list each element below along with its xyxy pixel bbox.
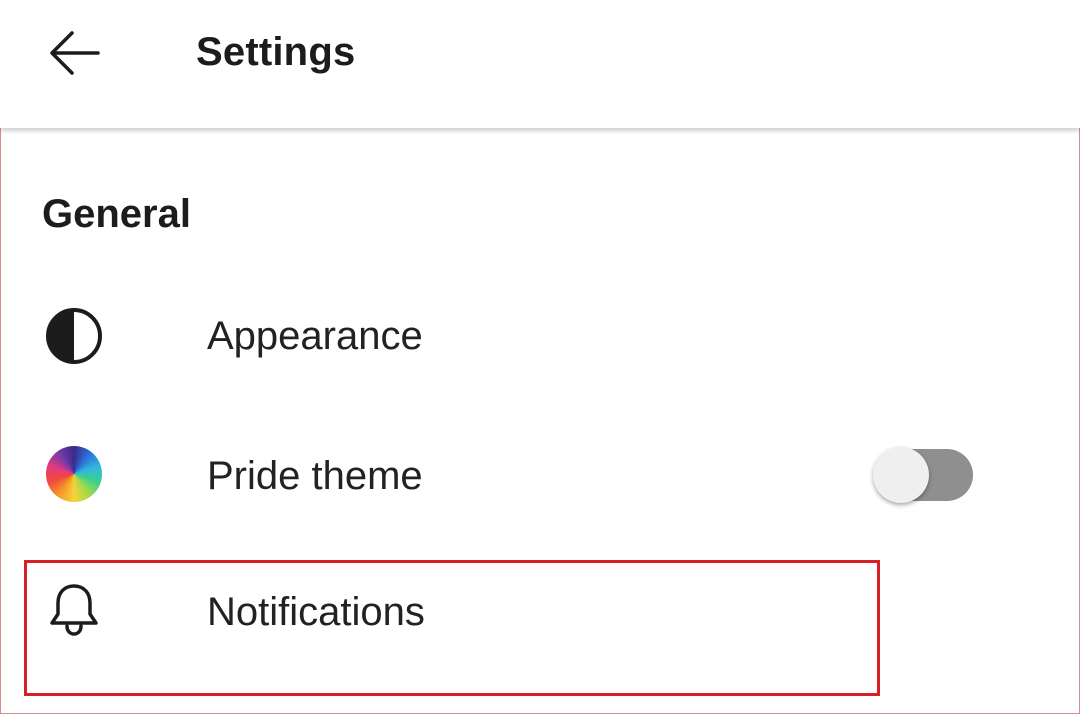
pride-theme-toggle[interactable] (873, 447, 975, 503)
settings-item-notifications[interactable]: Notifications (0, 556, 1080, 666)
settings-item-label: Notifications (207, 590, 425, 634)
rainbow-color-wheel-icon (44, 444, 104, 504)
arrow-left-icon (50, 31, 100, 75)
page-title: Settings (196, 30, 356, 74)
settings-item-pride-theme[interactable]: Pride theme (0, 420, 1080, 530)
back-button[interactable] (38, 22, 110, 84)
settings-item-label: Pride theme (207, 454, 423, 498)
settings-item-appearance[interactable]: Appearance (0, 282, 1080, 392)
settings-item-label: Appearance (207, 314, 423, 358)
section-heading-general: General (42, 192, 191, 236)
half-circle-contrast-icon (44, 306, 104, 366)
toggle-thumb (873, 447, 929, 503)
bell-icon (44, 580, 104, 640)
app-header: Settings (0, 0, 1080, 128)
color-wheel (46, 446, 102, 502)
